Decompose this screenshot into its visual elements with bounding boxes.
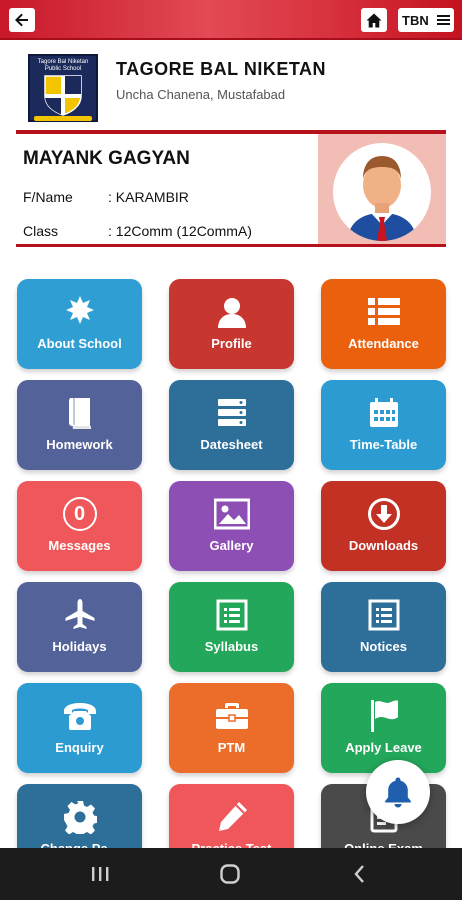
nav-recents-button[interactable] <box>88 863 112 885</box>
system-nav-bar <box>0 848 462 900</box>
school-logo-text: Tagore Bal Niketan Public School <box>37 59 89 72</box>
list-icon <box>321 293 446 331</box>
tile-apply-leave[interactable]: Apply Leave <box>321 683 446 773</box>
image-icon <box>169 495 294 533</box>
school-name: TAGORE BAL NIKETAN <box>116 59 326 79</box>
tile-enquiry[interactable]: Enquiry <box>17 683 142 773</box>
tile-label: About School <box>37 336 122 351</box>
tile-label: Apply Leave <box>345 740 422 755</box>
student-avatar[interactable] <box>333 143 431 241</box>
briefcase-icon <box>169 697 294 735</box>
zero-count-icon: 0 <box>17 495 142 533</box>
tile-label: Enquiry <box>55 740 104 755</box>
tile-messages[interactable]: 0 Messages <box>17 481 142 571</box>
app-screen: TBN Tagore Bal Niketan Public School TAG… <box>0 0 462 900</box>
messages-count: 0 <box>73 502 86 525</box>
tile-profile[interactable]: Profile <box>169 279 294 369</box>
father-name-label: F/Name <box>23 189 73 205</box>
school-address: Uncha Chanena, Mustafabad <box>116 87 286 102</box>
tile-label: Notices <box>360 639 407 654</box>
tile-downloads[interactable]: Downloads <box>321 481 446 571</box>
top-bar: TBN <box>0 0 462 40</box>
school-logo-ribbon <box>34 116 92 121</box>
tbn-menu-button[interactable]: TBN <box>398 8 454 32</box>
class-value: : 12Comm (12CommA) <box>108 223 252 239</box>
tile-label: Gallery <box>209 538 254 553</box>
server-icon <box>169 394 294 432</box>
tile-label: Messages <box>48 538 111 553</box>
tile-label: Attendance <box>348 336 419 351</box>
download-icon <box>321 495 446 533</box>
tile-datesheet[interactable]: Datesheet <box>169 380 294 470</box>
flag-icon <box>321 697 446 735</box>
tbn-label: TBN <box>402 12 429 28</box>
tile-label: Syllabus <box>204 639 259 654</box>
tile-label: Homework <box>46 437 113 452</box>
pencil-icon <box>169 798 294 836</box>
back-button[interactable] <box>9 8 35 32</box>
tile-homework[interactable]: Homework <box>17 380 142 470</box>
home-icon <box>366 13 382 27</box>
tile-attendance[interactable]: Attendance <box>321 279 446 369</box>
tile-label: Datesheet <box>200 437 263 452</box>
calendar-icon <box>321 394 446 432</box>
tile-syllabus[interactable]: Syllabus <box>169 582 294 672</box>
tile-gallery[interactable]: Gallery <box>169 481 294 571</box>
hamburger-icon <box>437 15 450 25</box>
phone-icon <box>17 697 142 735</box>
gear-icon <box>17 798 142 836</box>
tile-label: Holidays <box>52 639 107 654</box>
bell-icon <box>385 777 411 808</box>
notice-list-icon <box>321 596 446 634</box>
school-logo: Tagore Bal Niketan Public School <box>28 54 98 122</box>
arrow-left-icon <box>15 13 28 27</box>
nav-home-button[interactable] <box>218 863 242 885</box>
father-name-value: : KARAMBIR <box>108 189 189 205</box>
syllabus-list-icon <box>169 596 294 634</box>
home-button[interactable] <box>361 8 387 32</box>
tile-notices[interactable]: Notices <box>321 582 446 672</box>
notifications-button[interactable] <box>366 760 430 824</box>
nav-back-icon <box>354 865 364 883</box>
user-icon <box>169 293 294 331</box>
student-card: MAYANK GAGYAN F/Name : KARAMBIR Class : … <box>16 130 446 247</box>
tile-holidays[interactable]: Holidays <box>17 582 142 672</box>
class-label: Class <box>23 223 59 239</box>
tile-label: Profile <box>211 336 252 351</box>
nav-home-icon <box>220 864 240 884</box>
tile-about-school[interactable]: About School <box>17 279 142 369</box>
sunburst-icon <box>17 293 142 331</box>
tile-label: Time-Table <box>349 437 418 452</box>
person-avatar-icon <box>347 156 417 241</box>
tile-time-table[interactable]: Time-Table <box>321 380 446 470</box>
airplane-icon <box>17 596 142 634</box>
book-icon <box>17 394 142 432</box>
tile-ptm[interactable]: PTM <box>169 683 294 773</box>
student-name: MAYANK GAGYAN <box>23 148 190 169</box>
tile-label: PTM <box>217 740 246 755</box>
school-header: Tagore Bal Niketan Public School TAGORE … <box>0 40 462 131</box>
crest-icon <box>44 75 82 116</box>
tile-label: Downloads <box>348 538 419 553</box>
recents-icon <box>92 867 109 881</box>
nav-back-button[interactable] <box>348 863 372 885</box>
